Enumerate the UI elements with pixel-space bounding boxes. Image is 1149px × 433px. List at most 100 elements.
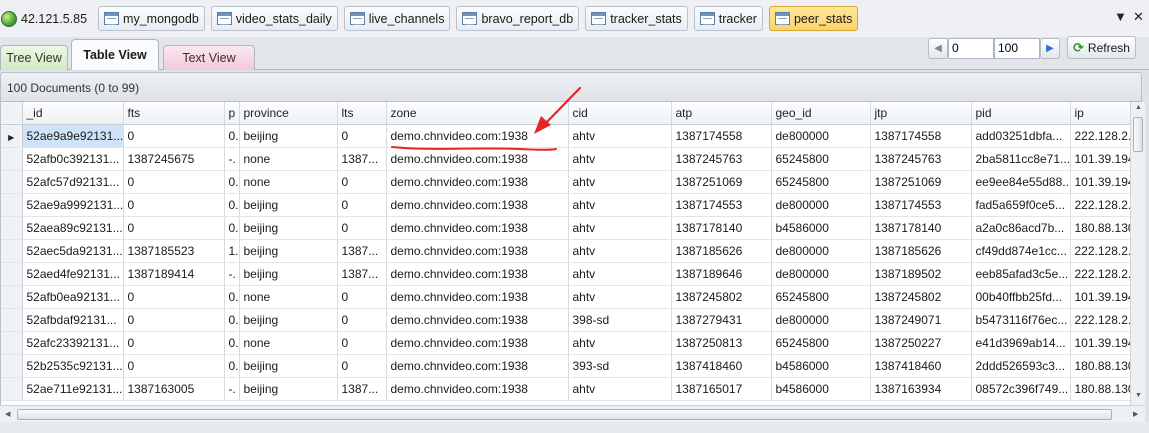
cell-province[interactable]: beijing (239, 193, 338, 217)
cell-id[interactable]: 52aec5da92131... (22, 239, 124, 263)
skip-input[interactable] (948, 37, 994, 59)
cell-pid[interactable]: ee9ee84e55d88... (971, 170, 1071, 194)
cell-lts[interactable]: 0 (337, 124, 387, 148)
cell-ip[interactable]: 101.39.194 (1070, 147, 1130, 171)
horizontal-scroll-thumb[interactable] (17, 409, 1112, 420)
row-selector[interactable] (1, 193, 23, 217)
cell-ip[interactable]: 222.128.2. (1070, 124, 1130, 148)
cell-ip[interactable]: 101.39.194 (1070, 170, 1130, 194)
cell-zone[interactable]: demo.chnvideo.com:1938 (386, 170, 569, 194)
crumb-live-channels[interactable]: live_channels (343, 6, 451, 31)
cell-province[interactable]: none (239, 285, 338, 309)
cell-cid[interactable]: ahtv (568, 377, 672, 401)
cell-pid[interactable]: eeb85afad3c5e... (971, 262, 1071, 286)
cell-pid[interactable]: 00b40ffbb25fd... (971, 285, 1071, 309)
cell-fts[interactable]: 0 (123, 193, 225, 217)
column-header-lts[interactable]: lts (337, 102, 387, 125)
cell-ip[interactable]: 222.128.2. (1070, 239, 1130, 263)
row-selector[interactable] (1, 354, 23, 378)
cell-cid[interactable]: ahtv (568, 216, 672, 240)
close-icon[interactable]: ✕ (1133, 9, 1144, 25)
cell-jtp[interactable]: 1387178140 (870, 216, 972, 240)
cell-atp[interactable]: 1387250813 (671, 331, 772, 355)
cell-geo-id[interactable]: 65245800 (771, 285, 871, 309)
cell-atp[interactable]: 1387189646 (671, 262, 772, 286)
cell-cid[interactable]: 393-sd (568, 354, 672, 378)
cell-pid[interactable]: 08572c396f749... (971, 377, 1071, 401)
table-row[interactable]: 52b2535c92131... 0 0. beijing 0 demo.chnvideo… (1, 354, 1130, 378)
cell-atp[interactable]: 1387251069 (671, 170, 772, 194)
cell-fts[interactable]: 0 (123, 216, 225, 240)
cell-fts[interactable]: 0 (123, 285, 225, 309)
row-selector[interactable] (1, 262, 23, 286)
cell-lts[interactable]: 1387... (337, 239, 387, 263)
cell-fts[interactable]: 0 (123, 124, 225, 148)
cell-id[interactable]: 52ae9a9992131... (22, 193, 124, 217)
cell-fts[interactable]: 0 (123, 354, 225, 378)
cell-geo-id[interactable]: 65245800 (771, 170, 871, 194)
cell-geo-id[interactable]: 65245800 (771, 147, 871, 171)
cell-pid[interactable]: b5473116f76ec... (971, 308, 1071, 332)
table-row[interactable]: ▶ 52ae9a9e92131... 0 0. beijing 0 demo.chnvide… (1, 124, 1130, 148)
cell-id[interactable]: 52ae711e92131... (22, 377, 124, 401)
cell-atp[interactable]: 1387165017 (671, 377, 772, 401)
previous-page-button[interactable]: ◀ (928, 37, 948, 59)
column-header-cid[interactable]: cid (568, 102, 672, 125)
row-selector[interactable] (1, 377, 23, 401)
cell-id[interactable]: 52aed4fe92131... (22, 262, 124, 286)
cell-p[interactable]: 0. (224, 170, 240, 194)
table-row[interactable]: 52ae711e92131... 1387163005 -. beijing 1387.… (1, 377, 1130, 401)
crumb-server[interactable]: 42.121.5.85 (0, 6, 92, 31)
cell-pid[interactable]: 2ddd526593c3... (971, 354, 1071, 378)
cell-lts[interactable]: 0 (337, 193, 387, 217)
cell-id[interactable]: 52afc57d92131... (22, 170, 124, 194)
cell-id[interactable]: 52afbdaf92131... (22, 308, 124, 332)
row-selector[interactable] (1, 216, 23, 240)
cell-jtp[interactable]: 1387189502 (870, 262, 972, 286)
cell-jtp[interactable]: 1387185626 (870, 239, 972, 263)
cell-atp[interactable]: 1387279431 (671, 308, 772, 332)
cell-lts[interactable]: 0 (337, 285, 387, 309)
cell-zone[interactable]: demo.chnvideo.com:1938 (386, 147, 569, 171)
cell-ip[interactable]: 222.128.2. (1070, 262, 1130, 286)
cell-id[interactable]: 52aea89c92131... (22, 216, 124, 240)
cell-ip[interactable]: 101.39.194 (1070, 331, 1130, 355)
cell-pid[interactable]: a2a0c86acd7b... (971, 216, 1071, 240)
cell-cid[interactable]: ahtv (568, 285, 672, 309)
cell-lts[interactable]: 0 (337, 216, 387, 240)
cell-p[interactable]: 0. (224, 308, 240, 332)
column-header-province[interactable]: province (239, 102, 338, 125)
table-row[interactable]: 52afc57d92131... 0 0. none 0 demo.chnvideo.co… (1, 170, 1130, 194)
cell-p[interactable]: 0. (224, 124, 240, 148)
cell-zone[interactable]: demo.chnvideo.com:1938 (386, 216, 569, 240)
cell-fts[interactable]: 1387185523 (123, 239, 225, 263)
cell-jtp[interactable]: 1387245802 (870, 285, 972, 309)
cell-province[interactable]: beijing (239, 308, 338, 332)
cell-ip[interactable]: 101.39.194 (1070, 285, 1130, 309)
cell-jtp[interactable]: 1387249071 (870, 308, 972, 332)
cell-pid[interactable]: add03251dbfa... (971, 124, 1071, 148)
cell-zone[interactable]: demo.chnvideo.com:1938 (386, 354, 569, 378)
crumb-tracker-stats[interactable]: tracker_stats (585, 6, 688, 31)
cell-atp[interactable]: 1387185626 (671, 239, 772, 263)
cell-pid[interactable]: cf49dd874e1cc... (971, 239, 1071, 263)
cell-cid[interactable]: ahtv (568, 262, 672, 286)
cell-atp[interactable]: 1387418460 (671, 354, 772, 378)
cell-fts[interactable]: 0 (123, 308, 225, 332)
cell-zone[interactable]: demo.chnvideo.com:1938 (386, 331, 569, 355)
vertical-scroll-thumb[interactable] (1133, 117, 1143, 152)
cell-p[interactable]: 0. (224, 354, 240, 378)
cell-fts[interactable]: 0 (123, 331, 225, 355)
horizontal-scrollbar[interactable]: ◀ ▶ (0, 405, 1145, 422)
cell-geo-id[interactable]: de800000 (771, 308, 871, 332)
crumb-peer-stats[interactable]: peer_stats (768, 6, 859, 31)
cell-geo-id[interactable]: b4586000 (771, 377, 871, 401)
row-selector[interactable] (1, 170, 23, 194)
crumb-db-my-mongodb[interactable]: my_mongodb (98, 6, 205, 31)
cell-geo-id[interactable]: de800000 (771, 124, 871, 148)
cell-p[interactable]: 0. (224, 331, 240, 355)
cell-ip[interactable]: 180.88.130 (1070, 377, 1130, 401)
cell-province[interactable]: beijing (239, 354, 338, 378)
tab-text-view[interactable]: Text View (163, 45, 255, 70)
scroll-right-icon[interactable]: ▶ (1133, 410, 1138, 418)
